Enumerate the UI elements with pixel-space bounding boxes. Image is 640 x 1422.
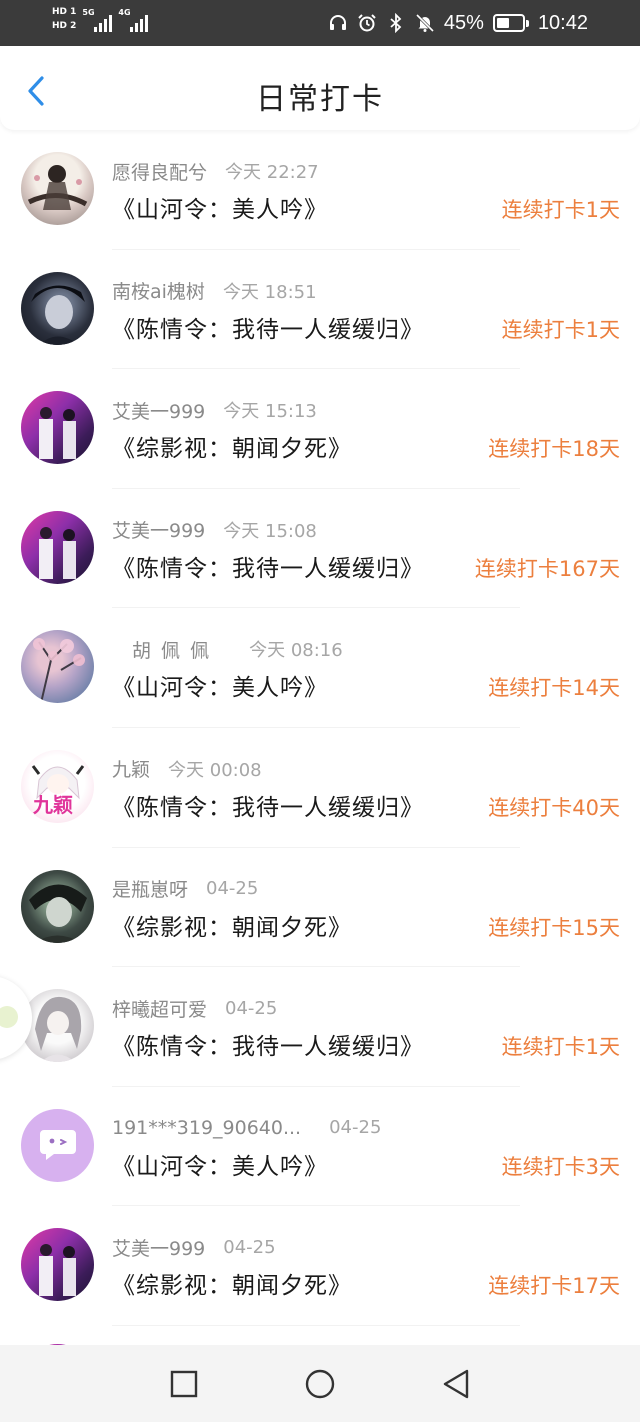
timestamp: 今天 18:51 <box>222 281 317 303</box>
battery-icon <box>492 14 529 32</box>
streak-badge: 连续打卡14天 <box>488 676 620 701</box>
book-title[interactable]: 《陈情令：我待一人缓缓归》 <box>112 1027 424 1061</box>
list-item[interactable]: 艾美一999 今天 15:13 《综影视：朝闻夕死》 连续打卡18天 <box>0 369 640 489</box>
sim1-label: HD 1 <box>52 7 77 17</box>
book-title[interactable]: 《综影视：朝闻夕死》 <box>112 429 352 463</box>
timestamp: 04-25 <box>329 1117 382 1139</box>
list-item[interactable]: 艾美一999 今天 15:08 《陈情令：我待一人缓缓归》 连续打卡167天 <box>0 489 640 609</box>
chat-bubble-icon <box>39 1130 76 1161</box>
timestamp: 04-25 <box>225 997 278 1019</box>
streak-badge: 连续打卡1天 <box>501 317 620 342</box>
username[interactable]: 梓曦超可爱 <box>112 995 207 1022</box>
avatar[interactable] <box>21 869 94 943</box>
battery-percent: 45% <box>443 11 484 34</box>
username[interactable]: 胡 佩 佩 <box>132 636 211 663</box>
svg-text:九颖: 九颖 <box>32 793 73 817</box>
book-title[interactable]: 《山河令：美人吟》 <box>112 1147 328 1181</box>
book-title[interactable]: 《陈情令：我待一人缓缓归》 <box>112 788 424 822</box>
system-nav-bar <box>0 1345 640 1422</box>
timestamp: 今天 15:08 <box>223 520 317 542</box>
book-title[interactable]: 《陈情令：我待一人缓缓归》 <box>112 310 424 344</box>
book-title[interactable]: 《山河令：美人吟》 <box>112 668 328 702</box>
status-icons: 45% 10:42 <box>328 0 588 46</box>
streak-badge: 连续打卡167天 <box>474 556 620 581</box>
book-title[interactable]: 《山河令：美人吟》 <box>112 190 328 224</box>
list-item[interactable]: 南桉ai槐树 今天 18:51 《陈情令：我待一人缓缓归》 连续打卡1天 <box>0 250 640 370</box>
username[interactable]: 南桉ai槐树 <box>112 277 205 304</box>
checkin-list: 愿得良配兮 今天 22:27 《山河令：美人吟》 连续打卡1天 南桉ai槐树 今天 … <box>0 130 640 1417</box>
timestamp: 今天 15:13 <box>223 401 317 423</box>
streak-badge: 连续打卡18天 <box>488 437 620 462</box>
recents-square-icon[interactable] <box>164 1364 204 1404</box>
avatar[interactable] <box>21 1108 94 1182</box>
avatar[interactable] <box>21 391 94 465</box>
username[interactable]: 艾美一999 <box>112 516 205 543</box>
avatar[interactable] <box>21 1228 94 1302</box>
avatar[interactable] <box>21 152 94 225</box>
book-title[interactable]: 《综影视：朝闻夕死》 <box>112 1266 352 1300</box>
username[interactable]: 艾美一999 <box>112 1234 205 1261</box>
timestamp: 今天 00:08 <box>168 759 262 781</box>
avatar[interactable] <box>21 510 94 584</box>
streak-badge: 连续打卡1天 <box>501 198 620 222</box>
avatar[interactable]: 九颖 <box>21 749 94 823</box>
back-triangle-icon[interactable] <box>436 1364 476 1404</box>
username[interactable]: 九颖 <box>112 755 150 782</box>
avatar[interactable] <box>21 989 94 1063</box>
network2-label: 4G <box>118 8 131 17</box>
timestamp: 04-25 <box>223 1236 276 1258</box>
avatar[interactable] <box>21 630 94 704</box>
list-item[interactable]: 是瓶崽呀 04-25 《综影视：朝闻夕死》 连续打卡15天 <box>0 848 640 968</box>
timestamp: 04-25 <box>206 878 259 900</box>
streak-badge: 连续打卡40天 <box>488 795 620 820</box>
username[interactable]: 191***319_90640... <box>112 1117 301 1139</box>
username[interactable]: 艾美一999 <box>112 397 205 424</box>
signal-5g-icon: 5G <box>82 6 113 32</box>
page-title: 日常打卡 <box>256 82 384 117</box>
list-item[interactable]: 愿得良配兮 今天 22:27 《山河令：美人吟》 连续打卡1天 <box>0 130 640 250</box>
page-header: 日常打卡 <box>0 46 640 130</box>
status-bar: HD 1 HD 2 5G 4G 45% 10:42 <box>0 0 640 46</box>
avatar[interactable] <box>21 271 94 345</box>
streak-badge: 连续打卡3天 <box>501 1154 620 1179</box>
streak-badge: 连续打卡15天 <box>488 915 620 940</box>
home-circle-icon[interactable] <box>300 1364 340 1404</box>
mute-icon <box>415 13 434 33</box>
streak-badge: 连续打卡17天 <box>488 1274 620 1299</box>
assistant-icon <box>0 1006 18 1028</box>
signal-4g-icon: 4G <box>118 6 149 32</box>
list-item[interactable]: 梓曦超可爱 04-25 《陈情令：我待一人缓缓归》 连续打卡1天 <box>0 967 640 1087</box>
bluetooth-icon <box>390 13 402 33</box>
clock: 10:42 <box>537 11 588 34</box>
list-item[interactable]: 胡 佩 佩 今天 08:16 《山河令：美人吟》 连续打卡14天 <box>0 608 640 728</box>
username[interactable]: 是瓶崽呀 <box>112 875 188 902</box>
list-item[interactable]: 艾美一999 04-25 《综影视：朝闻夕死》 连续打卡17天 <box>0 1206 640 1326</box>
timestamp: 今天 22:27 <box>225 162 319 183</box>
headphones-icon <box>329 15 346 30</box>
network1-label: 5G <box>82 8 95 17</box>
streak-badge: 连续打卡1天 <box>501 1035 620 1060</box>
signal-group: HD 1 HD 2 5G 4G <box>52 6 149 32</box>
username[interactable]: 愿得良配兮 <box>112 158 207 185</box>
timestamp: 今天 08:16 <box>249 640 343 662</box>
list-item[interactable]: 191***319_90640... 04-25 《山河令：美人吟》 连续打卡3天 <box>0 1087 640 1207</box>
sim2-label: HD 2 <box>52 21 77 31</box>
book-title[interactable]: 《综影视：朝闻夕死》 <box>112 908 352 942</box>
list-item[interactable]: 九颖 九颖 今天 00:08 《陈情令：我待一人缓缓归》 连续打卡40天 <box>0 728 640 848</box>
alarm-icon <box>358 14 376 32</box>
book-title[interactable]: 《陈情令：我待一人缓缓归》 <box>112 549 424 583</box>
